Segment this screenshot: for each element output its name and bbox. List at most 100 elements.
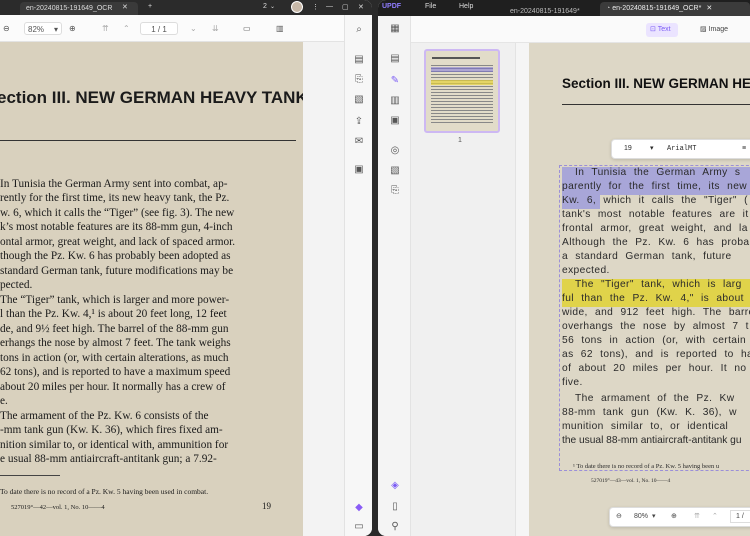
chevron-down-icon[interactable]: ⌄ <box>270 3 275 10</box>
ocr-icon[interactable]: ◎ <box>388 144 402 158</box>
text-line: Although the Pz. Kw. 6 has proba <box>562 237 750 248</box>
image-tool-button[interactable]: ▨ Image <box>700 23 728 37</box>
mail-icon[interactable]: ✉ <box>352 135 366 149</box>
text-line: pected. <box>0 279 33 291</box>
edit-toolbar: ⊡ Text ▨ Image <box>378 16 750 43</box>
tab-document-2[interactable]: ◔ en-20240815-191649_OCR* ✕ <box>600 2 750 16</box>
align-icon[interactable]: ≡ <box>742 140 746 158</box>
prev-page-icon[interactable]: ⌃ <box>123 22 130 35</box>
ai-assistant-icon[interactable]: ◆ <box>352 501 366 515</box>
layout-icon[interactable]: ▥ <box>276 22 284 35</box>
text-tool-label: Text <box>657 26 671 33</box>
form-icon[interactable]: ▣ <box>388 114 402 128</box>
footnote-rule <box>0 475 60 476</box>
zoom-in-icon[interactable]: ⊕ <box>69 22 76 35</box>
text-line: de, and 9½ feet high. The barrel of the … <box>0 323 229 335</box>
chevron-down-icon[interactable]: ▾ <box>652 508 656 526</box>
pages-icon[interactable]: ⎘ <box>388 184 402 198</box>
text-line: In Tunisia the German Army sent into com… <box>0 178 228 190</box>
text-line: 56 tons in action (or, with certain <box>562 335 747 346</box>
text-line: The “Tiger” tank, which is larger and mo… <box>0 294 230 306</box>
first-page-icon[interactable]: ⇈ <box>694 508 700 526</box>
edit-pdf-icon[interactable]: ✎ <box>388 74 402 88</box>
maximize-icon[interactable]: ▢ <box>342 3 349 11</box>
tab-document-1[interactable]: en-20240815-191649* <box>504 2 596 16</box>
left-page-view: ection III. NEW GERMAN HEAVY TANK In Tun… <box>0 42 303 536</box>
share-icon[interactable]: ⇪ <box>352 115 366 129</box>
text-line: nition similar to, or identical with, am… <box>0 439 229 451</box>
left-toolbar: ⊖ 82% ▾ ⊕ ⇈ ⌃ 1 / 1 ⌄ ⇊ ▭ ▥ <box>0 15 372 42</box>
bookmark-icon[interactable]: ▯ <box>388 500 402 514</box>
right-page-view: Section III. NEW GERMAN HE 19 ▾ ArialMT … <box>529 43 750 536</box>
attachment-icon[interactable]: ⚲ <box>388 520 402 534</box>
convert-icon[interactable]: ▤ <box>352 53 366 67</box>
text-tool-button[interactable]: ⊡ Text <box>646 23 678 37</box>
thumbnail-panel: 1 <box>411 43 516 536</box>
thumb-heading <box>432 57 480 59</box>
close-icon[interactable]: ✕ <box>706 5 712 12</box>
avatar[interactable] <box>291 1 303 13</box>
protect-icon[interactable]: ▧ <box>352 93 366 107</box>
menu-dots-icon[interactable]: ⋮ <box>312 3 319 11</box>
chevron-down-icon[interactable]: ▾ <box>650 140 654 158</box>
zoom-value[interactable]: 80% <box>634 508 648 526</box>
zoom-select[interactable]: 82% ▾ <box>24 22 62 35</box>
compress-icon[interactable]: ▧ <box>388 164 402 178</box>
footnote: ¹ To date there is no record of a Pz. Kw… <box>573 463 720 470</box>
prev-page-icon[interactable]: ⌃ <box>712 508 718 526</box>
tab-counter[interactable]: 2 <box>263 3 267 10</box>
next-page-icon[interactable]: ⌄ <box>190 22 197 35</box>
text-line: The "Tiger" tank, which is larg <box>575 279 742 290</box>
last-page-icon[interactable]: ⇊ <box>212 22 219 35</box>
layers-icon[interactable]: ◈ <box>388 479 402 493</box>
text-line: tons in action (or, with certain alterat… <box>0 352 229 364</box>
thumb-highlight-yellow <box>431 80 493 85</box>
thumb-highlight-purple <box>431 67 493 72</box>
image-icon: ▨ <box>700 26 707 33</box>
zoom-out-icon[interactable]: ⊖ <box>3 22 10 35</box>
menu-file[interactable]: File <box>425 3 436 10</box>
organize-icon[interactable]: ▥ <box>388 94 402 108</box>
text-line: of about 20 miles per hour. It no <box>562 363 747 374</box>
export-icon[interactable]: ⎘ <box>352 73 366 87</box>
zoom-out-icon[interactable]: ⊖ <box>616 508 622 526</box>
new-tab-icon[interactable]: + <box>148 3 152 10</box>
thumbnails-icon[interactable]: ▦ <box>388 22 402 36</box>
left-right-toolbar: ⌕ ▤ ⎘ ▧ ⇪ ✉ ▣ ◆ ▭ <box>344 15 372 536</box>
menu-help[interactable]: Help <box>459 3 473 10</box>
image-tool-label: Image <box>708 26 729 33</box>
text-line: as 62 tons), and is reported to ha <box>562 349 750 360</box>
right-left-toolbar: ▦ ▤ ✎ ▥ ▣ ◎ ▧ ⎘ ◈ ▯ ⚲ <box>378 16 411 536</box>
search-icon[interactable]: ⌕ <box>352 23 366 37</box>
page-indicator[interactable]: 1 / <box>730 510 750 523</box>
save-icon[interactable]: ▣ <box>352 163 366 177</box>
zoom-in-icon[interactable]: ⊕ <box>671 508 677 526</box>
page-indicator[interactable]: 1 / 1 <box>140 22 178 35</box>
left-window: en-20240815-191649_OCR ✕ + 2 ⌄ ⋮ — ▢ ✕ ⊖… <box>0 0 372 536</box>
page-title: ection III. NEW GERMAN HEAVY TANK <box>0 88 303 107</box>
font-size-select[interactable]: 19 <box>624 140 632 158</box>
font-name-select[interactable]: ArialMT <box>667 140 696 158</box>
reader-icon[interactable]: ▤ <box>388 52 402 66</box>
text-line: parently for the first time, its new <box>562 181 748 192</box>
tab-title: en-20240815-191649_OCR <box>26 5 113 12</box>
text-line: e. <box>0 395 8 407</box>
first-page-icon[interactable]: ⇈ <box>102 22 109 35</box>
comment-icon[interactable]: ▭ <box>352 520 366 534</box>
text-line: In Tunisia the German Army s <box>575 167 741 178</box>
page-thumbnail[interactable] <box>424 49 500 133</box>
page-nav-bar: ⊖ 80% ▾ ⊕ ⇈ ⌃ 1 / <box>609 507 750 527</box>
minimize-icon[interactable]: — <box>326 3 333 10</box>
close-icon[interactable]: ✕ <box>122 3 128 11</box>
text-line: tank's most notable features are it <box>562 209 749 220</box>
text-format-bar: 19 ▾ ArialMT ≡ <box>611 139 750 159</box>
tab-document[interactable]: en-20240815-191649_OCR <box>20 2 138 15</box>
text-line: w. 6, which it calls the “Tiger” (see fi… <box>0 207 235 219</box>
divider <box>0 140 296 141</box>
text-line: overhangs the nose by almost 7 t <box>562 321 749 332</box>
text-line: though the Pz. Kw. 6 has probably been a… <box>0 250 231 262</box>
text-line: five. <box>562 377 583 388</box>
footnote: To date there is no record of a Pz. Kw. … <box>0 487 209 496</box>
present-icon[interactable]: ▭ <box>243 22 251 35</box>
window-close-icon[interactable]: ✕ <box>358 3 364 11</box>
